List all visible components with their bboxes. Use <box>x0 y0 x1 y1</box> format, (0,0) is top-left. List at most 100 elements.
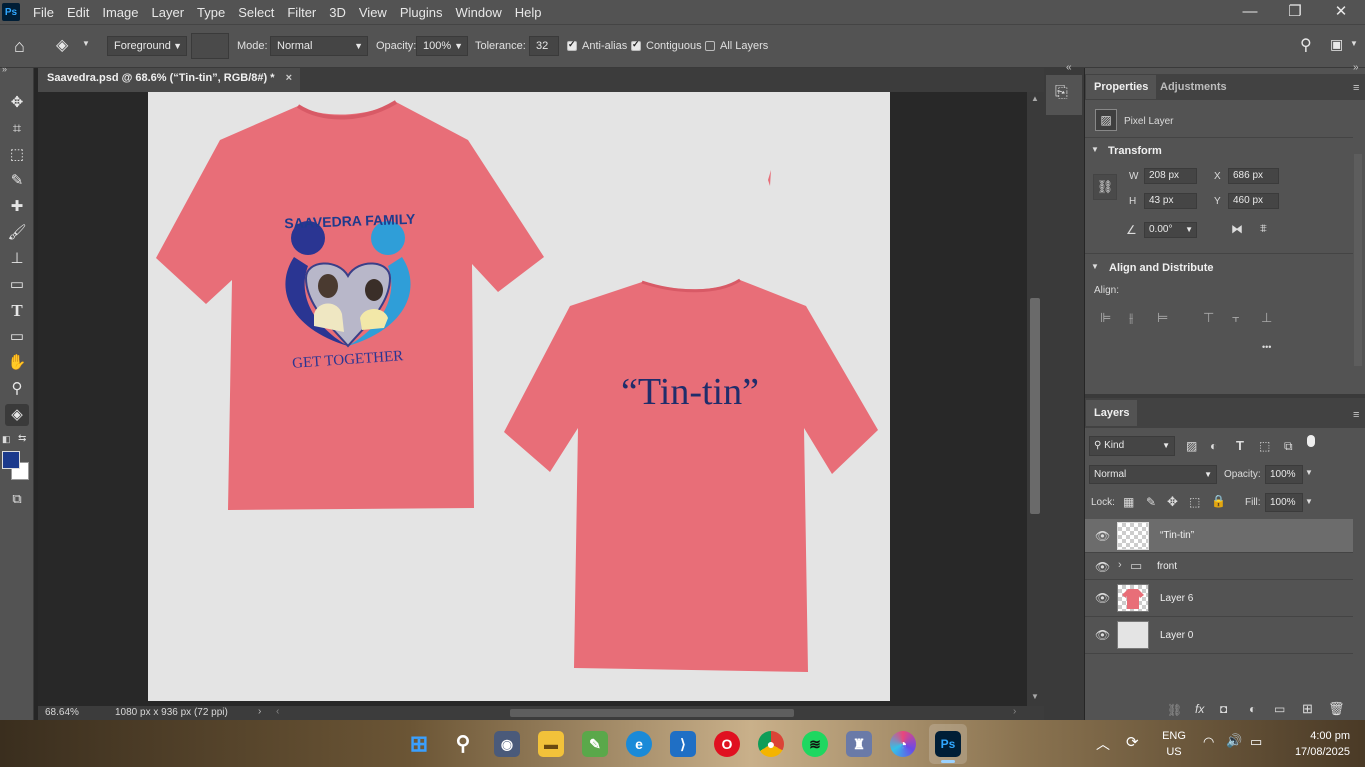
vscode-icon[interactable]: ⟩ <box>670 731 696 757</box>
chevron-down-icon[interactable]: ▼ <box>1091 145 1099 154</box>
fill-field[interactable]: 100% <box>1265 493 1303 512</box>
search-icon[interactable]: ⚲ <box>1300 35 1312 55</box>
align-vertical-center-icon[interactable]: ⫟ <box>1232 310 1240 326</box>
paint-bucket-preset-icon[interactable]: ◈ <box>56 35 68 55</box>
volume-icon[interactable]: 🔊 <box>1226 733 1242 749</box>
properties-scrollbar[interactable] <box>1354 154 1362 366</box>
search-icon[interactable]: ⚲ <box>450 731 476 757</box>
vertical-scrollbar[interactable]: ▲ ▼ <box>1027 92 1044 706</box>
lock-all-icon[interactable]: 🔒 <box>1211 494 1226 508</box>
menu-help[interactable]: Help <box>515 5 542 20</box>
filter-kind-select[interactable]: ⚲ Kind ▼ <box>1089 436 1175 456</box>
menu-edit[interactable]: Edit <box>67 5 89 20</box>
file-explorer-icon[interactable]: ▬ <box>538 731 564 757</box>
visibility-eye-icon[interactable]: 👁 <box>1095 560 1110 574</box>
link-layers-icon[interactable]: ⛓ <box>1167 703 1182 717</box>
lock-position-icon[interactable]: ✥ <box>1167 494 1178 510</box>
close-button[interactable]: ✕ <box>1318 2 1364 22</box>
home-icon[interactable]: ⌂ <box>14 36 25 57</box>
height-field[interactable]: 43 px <box>1144 193 1197 209</box>
canvas-area[interactable]: SAAVEDRA FAMILY GET TOGETHER “Tin-tin” <box>38 92 1027 706</box>
chevron-down-icon[interactable]: ▼ <box>1091 262 1099 271</box>
y-field[interactable]: 460 px <box>1228 193 1279 209</box>
align-left-icon[interactable]: ⊫ <box>1100 310 1111 326</box>
layer-opacity-field[interactable]: 100% <box>1265 465 1303 484</box>
document-tab[interactable]: Saavedra.psd @ 68.6% (“Tin-tin”, RGB/8#)… <box>38 68 300 92</box>
menu-view[interactable]: View <box>359 5 387 20</box>
screen-mode-icon[interactable]: ⧉ <box>5 488 29 510</box>
visibility-eye-icon[interactable]: 👁 <box>1095 529 1110 543</box>
filter-type-icon[interactable]: T <box>1236 438 1244 453</box>
zoom-tool-icon[interactable]: ⚲ <box>5 378 29 400</box>
antialias-checkbox[interactable] <box>567 39 577 51</box>
move-tool-icon[interactable]: ✥ <box>5 92 29 114</box>
opera-browser-icon[interactable]: O <box>714 731 740 757</box>
swap-colors-icon[interactable]: ⇆ <box>18 433 26 444</box>
tolerance-field[interactable]: 32 <box>529 36 559 56</box>
panel-menu-icon[interactable]: ≡ <box>1353 82 1359 94</box>
foreground-color-swatch[interactable] <box>2 451 20 469</box>
link-dimensions-icon[interactable]: ⛓ <box>1093 174 1117 200</box>
scroll-up-icon[interactable]: ▲ <box>1031 94 1039 103</box>
layer-name[interactable]: “Tin-tin” <box>1160 530 1194 541</box>
menu-plugins[interactable]: Plugins <box>400 5 443 20</box>
layer-row-layer-6[interactable]: 👁 Layer 6 <box>1085 580 1353 617</box>
menu-image[interactable]: Image <box>102 5 138 20</box>
menu-3d[interactable]: 3D <box>329 5 346 20</box>
align-right-icon[interactable]: ⊨ <box>1157 310 1168 326</box>
clock-time[interactable]: 4:00 pm <box>1280 730 1350 742</box>
layer-row-tin-tin[interactable]: 👁 “Tin-tin” <box>1085 519 1353 553</box>
brush-tool-icon[interactable]: 🖌 <box>5 222 29 244</box>
menu-select[interactable]: Select <box>238 5 274 20</box>
visibility-eye-icon[interactable]: 👁 <box>1095 628 1110 642</box>
filter-shape-icon[interactable]: ⬚ <box>1259 439 1270 453</box>
new-group-icon[interactable]: ▭ <box>1274 702 1285 716</box>
blend-mode-select[interactable]: Normal ▼ <box>1089 465 1217 484</box>
align-bottom-icon[interactable]: ⊥ <box>1261 310 1272 326</box>
chevron-up-icon[interactable]: ︿ <box>1096 734 1110 754</box>
adjustment-layer-icon[interactable]: ◐ <box>1249 702 1256 716</box>
scroll-right-icon[interactable]: › <box>1013 706 1016 717</box>
workspace-icon[interactable]: ▣ <box>1330 36 1343 53</box>
gradient-tool-icon[interactable]: ▭ <box>5 274 29 296</box>
eyedropper-tool-icon[interactable]: ✎ <box>5 170 29 192</box>
layer-row-layer-0[interactable]: 👁 Layer 0 <box>1085 617 1353 654</box>
language-top[interactable]: ENG <box>1158 730 1190 742</box>
rectangle-tool-icon[interactable]: ▭ <box>5 326 29 348</box>
type-tool-icon[interactable]: T <box>5 300 29 322</box>
collapse-panels-icon[interactable]: » <box>1353 62 1359 73</box>
scroll-left-icon[interactable]: ‹ <box>276 706 279 717</box>
default-colors-icon[interactable]: ◧ <box>2 434 11 445</box>
crop-tool-icon[interactable]: ⌗ <box>5 118 29 140</box>
new-layer-icon[interactable]: ⊞ <box>1302 701 1313 717</box>
history-icon[interactable]: ⎘ <box>1055 84 1068 102</box>
flip-horizontal-icon[interactable]: ⧓ <box>1231 222 1243 236</box>
flip-vertical-icon[interactable]: ⩨ <box>1260 221 1267 236</box>
all-layers-checkbox[interactable] <box>705 41 715 51</box>
horizontal-scroll-thumb[interactable] <box>510 709 794 717</box>
lock-image-icon[interactable]: ✎ <box>1146 495 1156 509</box>
align-horizontal-center-icon[interactable]: ⫲ <box>1129 310 1133 326</box>
chevron-down-icon[interactable]: ▼ <box>1305 468 1313 477</box>
scroll-down-icon[interactable]: ▼ <box>1031 692 1039 701</box>
collapse-dock-icon[interactable]: « <box>1066 62 1072 73</box>
delete-layer-icon[interactable]: 🗑 <box>1328 701 1345 717</box>
camera-app-icon[interactable]: ◉ <box>494 731 520 757</box>
add-mask-icon[interactable]: ◘ <box>1220 702 1227 716</box>
lock-artboard-icon[interactable]: ⬚ <box>1189 495 1200 509</box>
contiguous-checkbox[interactable] <box>631 39 641 51</box>
layer-row-front-group[interactable]: 👁 › ▭ front <box>1085 553 1353 580</box>
tab-adjustments[interactable]: Adjustments <box>1152 75 1235 99</box>
collapse-icon[interactable]: » <box>2 64 7 74</box>
paint-bucket-tool-icon[interactable]: ◈ <box>5 404 29 426</box>
opacity-field[interactable]: 100% ▼ <box>416 36 468 56</box>
align-top-icon[interactable]: ⊤ <box>1203 310 1214 326</box>
menu-type[interactable]: Type <box>197 5 225 20</box>
menu-filter[interactable]: Filter <box>287 5 316 20</box>
filter-toggle-icon[interactable] <box>1307 435 1315 447</box>
layer-style-icon[interactable]: fx <box>1195 702 1204 716</box>
pattern-picker[interactable] <box>191 33 229 59</box>
clone-stamp-tool-icon[interactable]: ⊥ <box>5 248 29 270</box>
photoshop-logo[interactable]: Ps <box>2 3 20 21</box>
more-options-button[interactable]: ••• <box>1262 342 1271 352</box>
